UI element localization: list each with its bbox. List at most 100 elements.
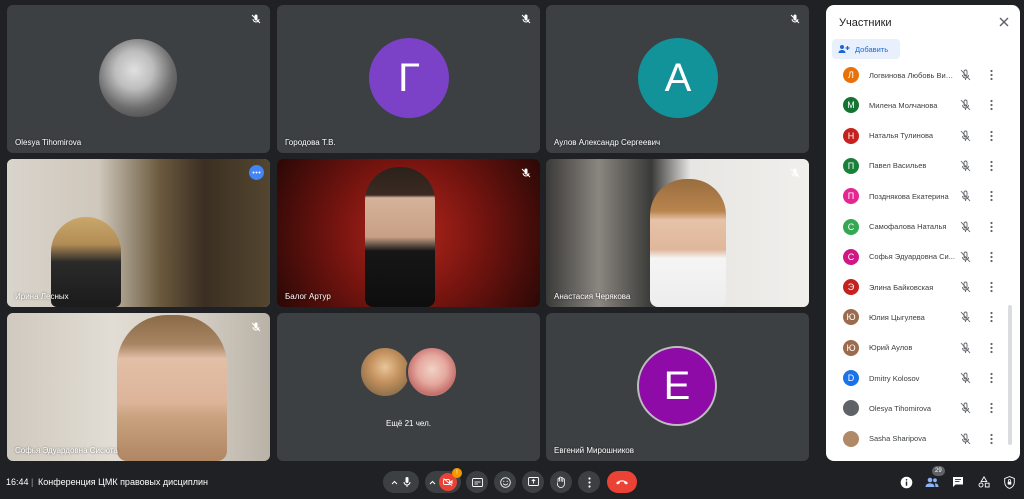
participant-row[interactable]: С Софья Эдуардовна Си... — [833, 242, 1005, 272]
more-vert-icon[interactable] — [990, 190, 993, 202]
separator: | — [31, 477, 34, 487]
mic-off-icon[interactable] — [960, 433, 971, 445]
participant-avatar: Н — [843, 127, 859, 144]
more-vert-icon[interactable] — [990, 69, 993, 81]
mic-off-icon[interactable] — [960, 372, 971, 384]
more-vert-icon[interactable] — [990, 402, 993, 414]
participant-avatar — [843, 430, 859, 447]
hang-up-icon — [616, 480, 628, 485]
emoji-icon — [499, 476, 511, 488]
more-vert-icon[interactable] — [990, 160, 993, 172]
more-vert-icon[interactable] — [990, 372, 993, 384]
captions-button[interactable] — [466, 471, 488, 493]
participant-name: Павел Васильев — [869, 161, 927, 171]
tile-aulov[interactable]: А Аулов Александр Сергеевич — [546, 5, 809, 153]
participant-row[interactable]: Sasha Sharipova — [833, 424, 1005, 454]
tile-more-participants[interactable]: Ещё 21 чел. — [277, 313, 540, 461]
participant-avatar: С — [843, 248, 859, 265]
mic-off-icon[interactable] — [960, 69, 971, 81]
activities-button[interactable] — [977, 475, 991, 489]
mic-off-icon[interactable] — [960, 402, 971, 414]
tile-olesya[interactable]: Olesya Tihomirova — [7, 5, 270, 153]
raise-hand-button[interactable] — [550, 471, 572, 493]
participant-row[interactable]: D Dmitry Kolosov — [833, 363, 1005, 393]
participant-name: Юлия Цыгулева — [869, 312, 925, 322]
more-options-button[interactable] — [578, 471, 600, 493]
more-options-icon[interactable] — [249, 165, 264, 180]
close-icon[interactable] — [998, 16, 1010, 28]
present-button[interactable] — [522, 471, 544, 493]
mic-off-icon[interactable] — [960, 342, 971, 354]
mic-off-icon[interactable] — [960, 160, 971, 172]
participant-row[interactable]: П Павел Васильев — [833, 151, 1005, 181]
participant-avatar: Ю — [843, 309, 859, 326]
tile-evgeny[interactable]: Е Евгений Мирошников — [546, 313, 809, 461]
mic-off-icon — [521, 14, 531, 24]
participants-button[interactable] — [925, 475, 939, 489]
participant-row[interactable]: Ю Юрий Аулов — [833, 333, 1005, 363]
more-vert-icon[interactable] — [990, 281, 993, 293]
panel-title: Участники — [839, 17, 892, 29]
tile-irina[interactable]: Ирина Лесных — [7, 159, 270, 307]
clock: 16:44 — [6, 477, 29, 487]
mic-off-icon[interactable] — [960, 311, 971, 323]
more-participants-label: Ещё 21 чел. — [386, 419, 431, 428]
participant-avatar: П — [843, 157, 859, 174]
present-screen-icon — [527, 477, 539, 486]
more-vert-icon[interactable] — [990, 311, 993, 323]
mic-off-icon[interactable] — [960, 130, 971, 142]
more-vert-icon[interactable] — [990, 99, 993, 111]
chevron-up-icon[interactable] — [429, 480, 436, 485]
meeting-info-button[interactable] — [899, 475, 913, 489]
tile-balog[interactable]: Балог Артур — [277, 159, 540, 307]
meeting-title: Конференция ЦМК правовых дисциплин — [38, 477, 208, 487]
person-silhouette — [365, 167, 435, 307]
microphone-icon[interactable] — [402, 476, 412, 488]
activities-icon — [978, 476, 990, 488]
avatar-photo — [359, 346, 411, 398]
participant-row[interactable]: С Самофалова Наталья — [833, 212, 1005, 242]
participant-name: Логвинова Любовь Вик... — [869, 70, 955, 80]
mic-off-icon[interactable] — [960, 251, 971, 263]
alert-badge: ! — [452, 468, 462, 478]
end-call-button[interactable] — [607, 471, 637, 493]
info-icon — [900, 476, 912, 488]
add-people-button[interactable]: Добавить — [832, 39, 900, 59]
chat-icon — [953, 477, 963, 487]
mic-off-icon[interactable] — [960, 221, 971, 233]
reactions-button[interactable] — [494, 471, 516, 493]
participant-row[interactable]: П Позднякова Екатерина — [833, 181, 1005, 211]
participants-scrollbar[interactable] — [1008, 305, 1012, 445]
more-vert-icon[interactable] — [990, 433, 993, 445]
more-vert-icon[interactable] — [990, 130, 993, 142]
participant-name: Элина Байковская — [869, 282, 934, 292]
participant-row[interactable]: Э Элина Байковская — [833, 272, 1005, 302]
participant-row[interactable]: Ю Юлия Цыгулева — [833, 302, 1005, 332]
participant-avatar: Э — [843, 279, 859, 296]
hand-icon — [557, 476, 565, 488]
mic-off-icon[interactable] — [960, 99, 971, 111]
chevron-up-icon[interactable] — [391, 480, 398, 485]
mic-control[interactable] — [383, 471, 419, 493]
participant-row[interactable]: М Милена Молчанова — [833, 90, 1005, 120]
mic-off-icon[interactable] — [960, 190, 971, 202]
participant-row[interactable]: Olesya Tihomirova — [833, 393, 1005, 423]
tile-gorodova[interactable]: Г Городова Т.В. — [277, 5, 540, 153]
person-silhouette — [117, 315, 227, 461]
captions-icon — [471, 477, 483, 487]
tile-sofia[interactable]: Софья Эдуардовна Сисюта — [7, 313, 270, 461]
host-controls-button[interactable] — [1002, 475, 1016, 489]
mic-off-icon[interactable] — [960, 281, 971, 293]
chat-button[interactable] — [951, 475, 965, 489]
mic-off-icon — [521, 168, 531, 178]
more-vert-icon[interactable] — [990, 342, 993, 354]
more-vert-icon[interactable] — [990, 221, 993, 233]
add-person-icon — [838, 45, 850, 53]
camera-off-icon — [443, 478, 453, 486]
participant-row[interactable]: Н Наталья Тулинова — [833, 121, 1005, 151]
shield-lock-icon — [1003, 475, 1015, 489]
tile-name: Софья Эдуардовна Сисюта — [15, 446, 118, 455]
tile-anastasia[interactable]: Анастасия Черякова — [546, 159, 809, 307]
more-vert-icon[interactable] — [990, 251, 993, 263]
participant-row[interactable]: Л Логвинова Любовь Вик... — [833, 63, 1005, 90]
